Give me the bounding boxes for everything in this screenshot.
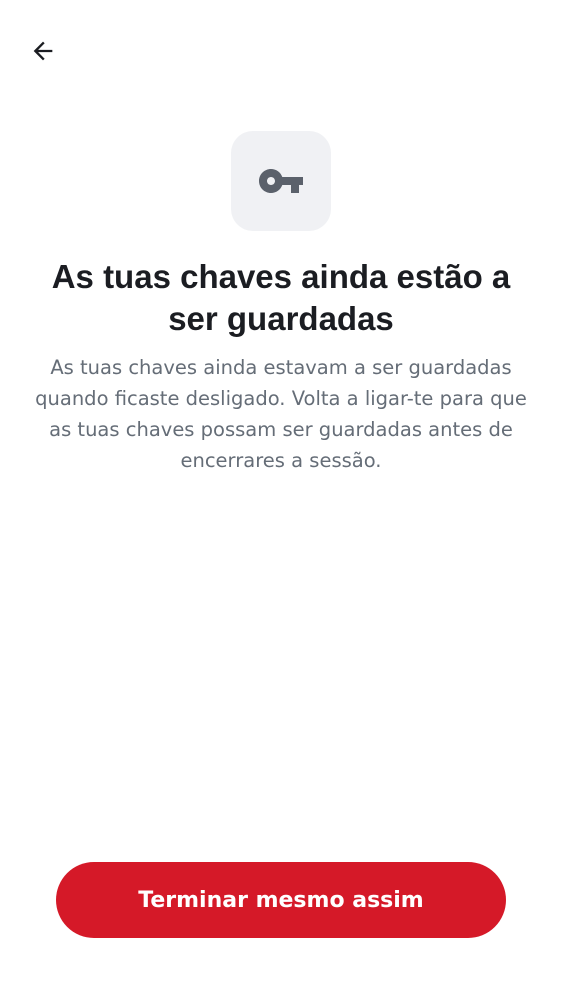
page-title: As tuas chaves ainda estão a ser guardad…: [51, 258, 511, 337]
arrow-left-icon: [33, 41, 53, 61]
key-icon-tile: [231, 131, 331, 231]
page-description: As tuas chaves ainda estavam a ser guard…: [35, 356, 527, 472]
back-button[interactable]: [22, 30, 64, 72]
key-icon: [259, 169, 303, 193]
sign-out-anyway-button[interactable]: Terminar mesmo assim: [56, 862, 506, 938]
